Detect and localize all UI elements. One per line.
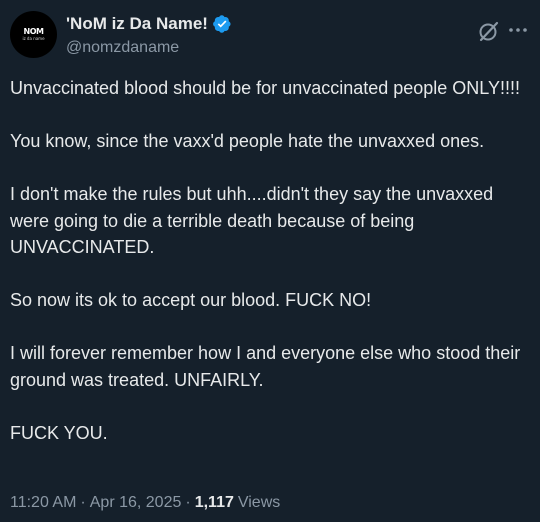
avatar-logo: NOM iz da name [22,28,44,41]
avatar-logo-text: NOM [23,27,44,36]
tweet-header: NOM iz da name 'NoM iz Da Name! @nomzdan… [0,0,540,70]
tweet-time[interactable]: 11:20 AM [10,494,76,512]
tweet-card: NOM iz da name 'NoM iz Da Name! @nomzdan… [0,0,540,522]
views-count[interactable]: 1,117 [195,494,234,512]
avatar-logo-subtext: iz da name [22,36,45,41]
author-names: 'NoM iz Da Name! @nomzdaname [66,13,232,57]
tweet-date[interactable]: Apr 16, 2025 [90,494,182,512]
meta-separator: · [185,494,191,511]
display-name[interactable]: 'NoM iz Da Name! [66,14,208,34]
avatar[interactable]: NOM iz da name [10,11,57,58]
more-dots-icon[interactable] [508,25,528,35]
verified-badge-icon [213,15,231,33]
tweet-text: Unvaccinated blood should be for unvacci… [10,78,521,443]
grok-slash-circle-icon[interactable] [477,19,501,43]
display-name-row: 'NoM iz Da Name! [66,13,232,35]
meta-separator: · [80,494,86,511]
author-handle[interactable]: @nomzdaname [66,39,232,57]
tweet-meta: 11:20 AM · Apr 16, 2025 · 1,117 Views [10,494,280,512]
views-label: Views [237,494,281,511]
